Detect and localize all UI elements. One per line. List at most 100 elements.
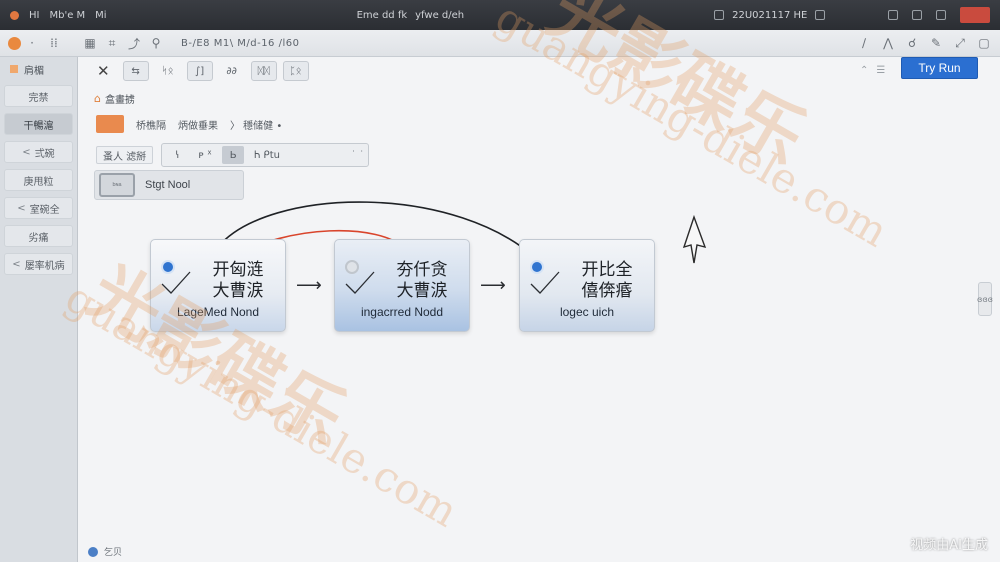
try-run-button[interactable]: Try Run — [901, 57, 978, 79]
scale-icon[interactable]: ⤢ — [950, 36, 970, 51]
tool-button-1[interactable]: ᛋᛟ — [155, 61, 181, 81]
frame-icon[interactable]: ⌗ — [101, 36, 123, 51]
flow-node-2[interactable]: 夯仟贪 大曹涙 ingacrred Nodd — [334, 239, 470, 332]
sidebar-item-5[interactable]: 劣痛 — [4, 225, 73, 247]
tool-button-2[interactable]: ∫] — [186, 61, 213, 81]
export-icon[interactable]: ⤴ — [123, 35, 145, 52]
titlebar-item-3[interactable]: Mi — [95, 10, 106, 21]
side-scroll-tab[interactable]: ɞɞɞ — [977, 282, 993, 316]
node-caption: ingacrred Nodd — [360, 305, 444, 319]
arrow-right-icon: ⟶ — [296, 275, 322, 296]
chevron-left-icon: < — [12, 258, 21, 270]
pen-icon[interactable]: ∕ — [854, 36, 874, 51]
sidebar-item-label: 弍碗 — [34, 148, 55, 160]
sidebar-item-3[interactable]: 庚甩粒 — [4, 169, 73, 191]
sidebar-item-2[interactable]: < 弍碗 — [4, 141, 73, 163]
mode-option-1[interactable]: ᴩ ᕽ — [194, 146, 216, 164]
footer-label: 乞贝 — [104, 548, 123, 558]
main-toolbar: · ⁞⁞ ▦ ⌗ ⤴ ⚲ B-/E8 M1\ M/d-16 /l60 ∕ ⋀ ☌… — [0, 30, 1000, 57]
color-swatch[interactable] — [96, 115, 124, 133]
field-row: 蚤人 滤掰 ꝇ ᴩ ᕽ Ь Ꮒ ᑭtu ˙ ˙ — [96, 143, 370, 167]
sidebar-item-label: 庚甩粒 — [23, 176, 54, 188]
sidebar-item-label: 完禁 — [28, 92, 49, 104]
expand-icon[interactable]: ⌃ — [860, 65, 868, 76]
node-caption: logec uich — [559, 305, 615, 319]
property-label-2: 炳做垂果 — [178, 120, 218, 132]
dot-icon[interactable]: · — [21, 36, 43, 50]
titlebar-center-1: Eme dd fk — [356, 9, 408, 21]
titlebar-item-1[interactable]: HI — [29, 10, 39, 21]
frame-view-icon[interactable]: ▢ — [974, 36, 994, 51]
canvas-view-controls: ⌃ ☰ — [860, 65, 885, 76]
sidebar-item-label: 屡率机病 — [24, 260, 65, 272]
tool-button-5[interactable]: ᛈᛟ — [282, 61, 309, 81]
grip-icon[interactable]: ⁞⁞ — [43, 36, 65, 50]
mode-segmented-control[interactable]: ꝇ ᴩ ᕽ Ь Ꮒ ᑭtu ˙ ˙ — [161, 143, 370, 167]
menu-icon[interactable]: ☰ — [876, 65, 885, 76]
checkmark-icon — [161, 271, 191, 294]
sidebar-item-4[interactable]: < 室碗全 — [4, 197, 73, 219]
file-icon — [714, 10, 725, 20]
record-icon[interactable] — [8, 36, 21, 50]
property-label-3[interactable]: 〉 穩储健 • — [230, 117, 282, 132]
workflow-canvas[interactable]: ✕ ⇆ ᛋᛟ ∫] ∂∂ ᛞᛞ ᛈᛟ ⌃ ☰ Try Run ⌂ 盒畫掳 桥樵隔… — [78, 57, 1000, 562]
breadcrumb: ⌂ 盒畫掳 — [94, 91, 135, 106]
node-title: 开比全 僖倴痻 — [581, 260, 633, 301]
sidebar-item-label: 劣痛 — [28, 232, 49, 244]
node-title: 开匈涟 大曹涙 — [212, 260, 264, 301]
checkmark-icon — [345, 271, 375, 294]
pan-icon[interactable]: ☌ — [902, 36, 922, 51]
sidebar-item-1[interactable]: 干暢滬 — [4, 113, 73, 135]
stage-chip: ᵇᶰᵃ — [99, 173, 135, 197]
window-titlebar: HI Mb'e M Mi Eme dd fk yfwe d/eh 22U0211… — [0, 0, 1000, 30]
swap-button[interactable]: ⇆ — [122, 61, 149, 81]
warning-icon: ⌂ — [94, 92, 101, 105]
property-row: 桥樵隔 炳做垂果 〉 穩储健 • — [96, 115, 282, 133]
user-icon[interactable] — [912, 10, 922, 20]
project-icon — [10, 65, 18, 73]
titlebar-document-id: 22U021117 HE — [732, 9, 808, 21]
mode-option-0[interactable]: ꝇ — [166, 146, 188, 164]
tool-button-4[interactable]: ᛞᛞ — [250, 61, 277, 81]
field-label: 蚤人 滤掰 — [96, 146, 154, 164]
grid-icon[interactable]: ▦ — [79, 36, 101, 50]
status-footer: 乞贝 — [88, 545, 122, 558]
chevron-left-icon: < — [17, 202, 26, 214]
more-options-icon[interactable]: ˙ ˙ — [351, 150, 364, 161]
app-logo-icon — [10, 10, 19, 20]
sidebar-header-label: 肩楣 — [24, 65, 44, 77]
mode-option-3[interactable]: Ꮒ ᑭtu — [250, 146, 284, 164]
ai-generated-label: 视频由AI生成 — [910, 538, 988, 553]
nodes-icon[interactable]: ⋀ — [878, 36, 898, 51]
sidebar-item-label: 干暢滬 — [23, 120, 54, 132]
edit-icon[interactable]: ✎ — [926, 36, 946, 51]
tool-button-3[interactable]: ∂∂ — [219, 61, 245, 81]
sidebar-item-label: 室碗全 — [29, 204, 60, 216]
mouse-cursor-icon — [683, 215, 707, 264]
close-icon[interactable]: ✕ — [90, 61, 117, 81]
sidebar-header: 肩楣 — [4, 59, 73, 79]
toolbar-path: B-/E8 M1\ M/d-16 /l60 — [181, 37, 300, 49]
stage-node[interactable]: ᵇᶰᵃ Stgt Nool — [94, 170, 244, 200]
chevron-left-icon: < — [22, 146, 31, 158]
status-icon — [88, 546, 98, 557]
titlebar-item-2[interactable]: Mb'e M — [49, 10, 85, 21]
checkmark-icon — [530, 271, 560, 294]
sidebar-item-6[interactable]: < 屡率机病 — [4, 253, 73, 275]
settings-icon[interactable] — [888, 10, 898, 20]
arrow-right-icon: ⟶ — [480, 275, 506, 296]
left-sidebar: 肩楣 完禁 干暢滬 < 弍碗 庚甩粒 < 室碗全 劣痛 < 屡率机病 — [0, 57, 78, 562]
flow-node-3[interactable]: 开比全 僖倴痻 logec uich — [519, 239, 655, 332]
property-label-1: 桥樵隔 — [136, 120, 166, 132]
window-close-button[interactable] — [960, 7, 990, 23]
pin-icon[interactable]: ⚲ — [145, 36, 167, 50]
breadcrumb-label[interactable]: 盒畫掳 — [105, 91, 135, 106]
titlebar-center-2: yfwe d/eh — [415, 9, 465, 21]
mode-option-2[interactable]: Ь — [222, 146, 245, 164]
node-title: 夯仟贪 大曹涙 — [396, 260, 448, 301]
flow-node-1[interactable]: 开匈涟 大曹涙 LageMed Nond — [150, 239, 286, 332]
sidebar-item-0[interactable]: 完禁 — [4, 85, 73, 107]
stage-node-label: Stgt Nool — [145, 179, 191, 191]
node-caption: LageMed Nond — [176, 305, 260, 319]
notification-icon[interactable] — [936, 10, 946, 20]
